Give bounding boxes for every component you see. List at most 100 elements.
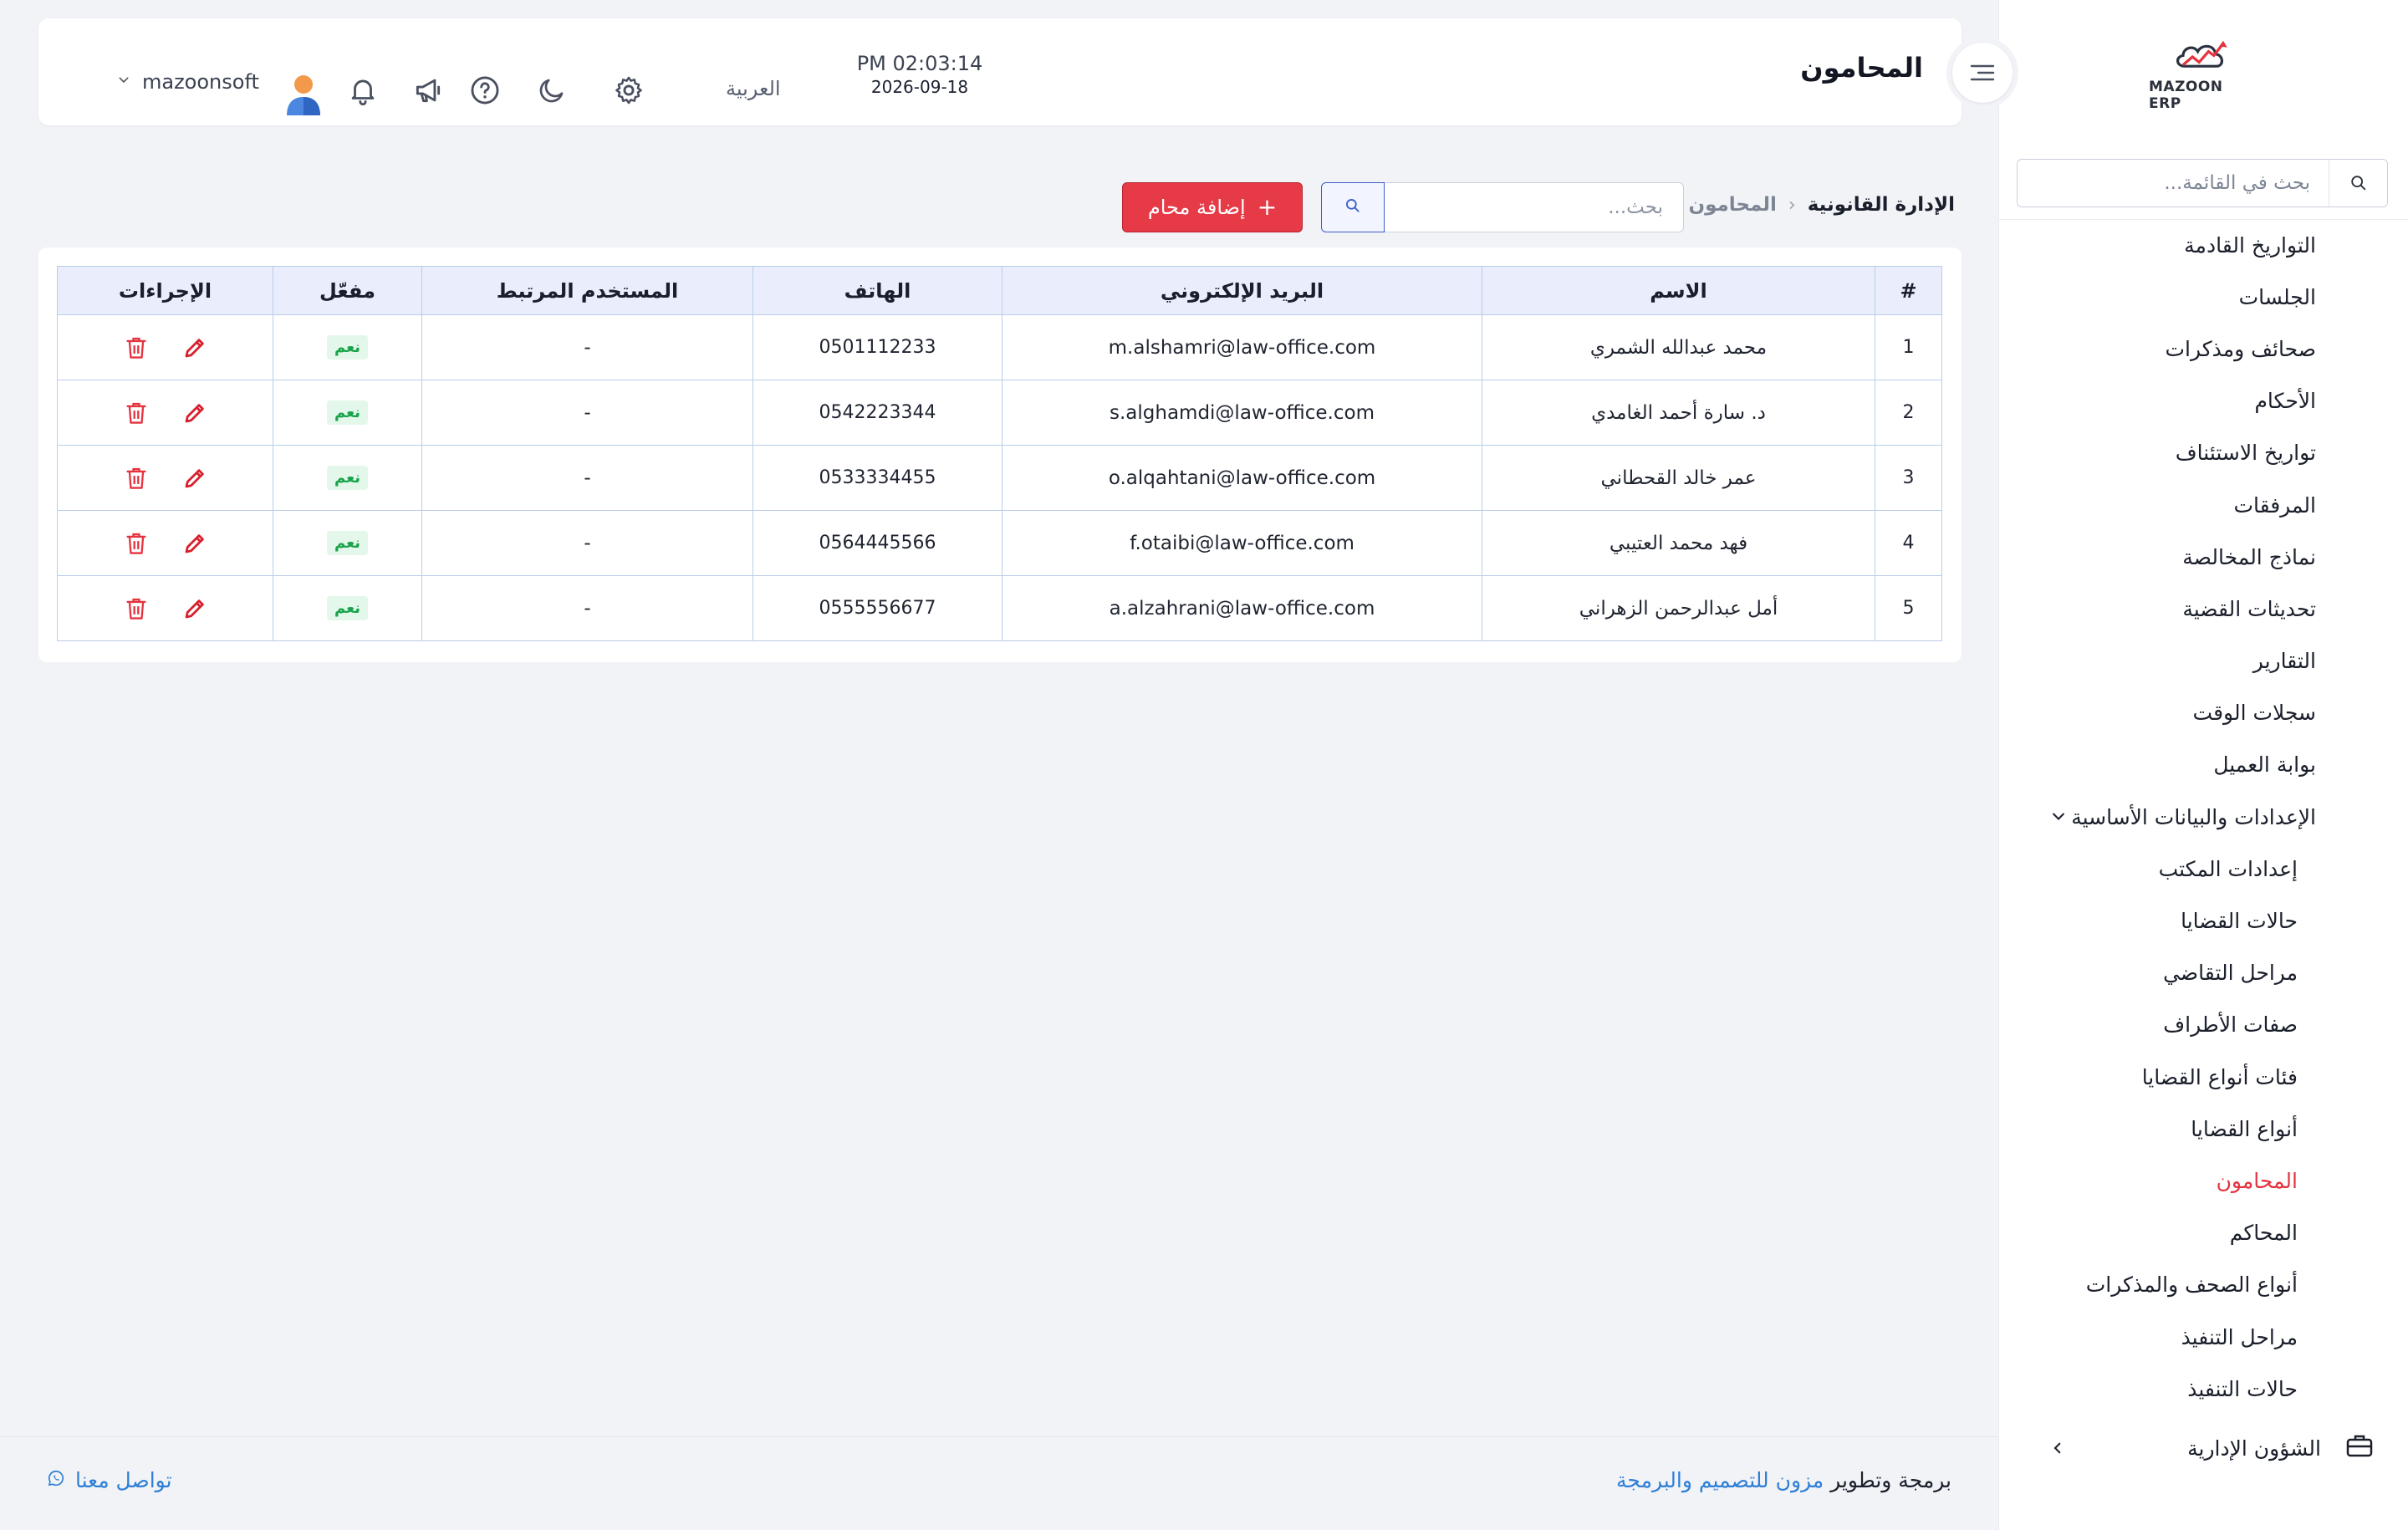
col-actions: الإجراءات — [57, 266, 273, 315]
sidebar-item-lawyers[interactable]: المحامون — [1998, 1155, 2408, 1206]
table-row[interactable]: 5 أمل عبدالرحمن الزهراني a.alzahrani@law-o… — [57, 575, 1942, 641]
status-badge: نعم — [326, 335, 369, 360]
user-menu[interactable]: mazoonsoft — [117, 70, 259, 94]
clock-time: PM 02:03:14 — [856, 52, 983, 75]
sidebar-item-time-logs[interactable]: سجلات الوقت — [1998, 687, 2408, 739]
cell-actions — [57, 380, 273, 446]
menu-icon — [1952, 43, 2013, 103]
add-lawyer-button[interactable]: + إضافة محام — [1122, 182, 1303, 232]
table-row[interactable]: 2 د. سارة أحمد الغامدي s.alghamdi@law-offi… — [57, 380, 1942, 446]
cell-linked-user: - — [421, 314, 753, 380]
sidebar-item-execution-statuses[interactable]: حالات التنفيذ — [1998, 1363, 2408, 1415]
cell-email: o.alqahtani@law-office.com — [1002, 445, 1482, 511]
search-button[interactable] — [1321, 182, 1385, 232]
footer-credit-prefix: برمجة وتطوير — [1830, 1468, 1951, 1492]
chevron-down-icon — [2050, 808, 2067, 825]
sidebar-item-party-roles[interactable]: صفات الأطراف — [1998, 999, 2408, 1051]
sidebar-item-case-types[interactable]: أنواع القضايا — [1998, 1103, 2408, 1155]
help-icon[interactable] — [468, 74, 502, 107]
search-icon — [1344, 197, 1361, 217]
breadcrumb-root[interactable]: الإدارة القانونية — [1808, 194, 1955, 216]
table-row[interactable]: 4 فهد محمد العتيبي f.otaibi@law-office.com… — [57, 510, 1942, 576]
plus-icon: + — [1257, 193, 1278, 221]
sidebar-item-execution-stages[interactable]: مراحل التنفيذ — [1998, 1311, 2408, 1363]
top-header: المحامون PM 02:03:14 2026-09-18 العربية — [38, 18, 1962, 125]
sidebar-item-memo-types[interactable]: أنواع الصحف والمذكرات — [1998, 1259, 2408, 1311]
edit-icon[interactable] — [181, 334, 209, 362]
edit-icon[interactable] — [181, 529, 209, 558]
sidebar-item-case-type-categories[interactable]: فئات أنواع القضايا — [1998, 1051, 2408, 1103]
sidebar-item-judgments[interactable]: الأحكام — [1998, 375, 2408, 427]
megaphone-icon[interactable] — [411, 74, 445, 107]
moon-icon[interactable] — [535, 74, 569, 107]
gear-icon[interactable] — [612, 74, 645, 107]
chevron-left-icon — [2050, 1440, 2065, 1456]
sidebar-group-settings[interactable]: الإعدادات والبيانات الأساسية — [1998, 791, 2408, 843]
cell-phone: 0555556677 — [752, 575, 1002, 641]
cell-phone: 0564445566 — [752, 510, 1002, 576]
sidebar-search-input[interactable] — [2018, 160, 2329, 207]
trash-icon[interactable] — [122, 464, 150, 492]
cell-enabled: نعم — [273, 445, 422, 511]
sidebar-item-appeal-dates[interactable]: تواريخ الاستئناف — [1998, 427, 2408, 479]
cell-actions — [57, 314, 273, 380]
edit-icon[interactable] — [181, 464, 209, 492]
clock: PM 02:03:14 2026-09-18 — [794, 52, 1045, 97]
cell-email: f.otaibi@law-office.com — [1002, 510, 1482, 576]
sidebar-item-case-statuses[interactable]: حالات القضايا — [1998, 895, 2408, 946]
sidebar-item-reports[interactable]: التقارير — [1998, 635, 2408, 687]
brand-logo[interactable]: MAZOON ERP — [2149, 37, 2258, 112]
sidebar-item-sessions[interactable]: الجلسات — [1998, 271, 2408, 323]
app-root: MAZOON ERP التواريخ القادمة الجلسات صحائ… — [0, 0, 2408, 1530]
cell-actions — [57, 510, 273, 576]
trash-icon[interactable] — [122, 594, 150, 623]
search-input[interactable] — [1385, 182, 1684, 232]
cell-phone: 0533334455 — [752, 445, 1002, 511]
sidebar-item-upcoming-dates[interactable]: التواريخ القادمة — [1998, 219, 2408, 271]
menu-toggle-button[interactable] — [1946, 37, 2018, 109]
sidebar-item-admin-affairs[interactable]: الشؤون الإدارية — [1998, 1421, 2408, 1475]
sidebar-item-office-settings[interactable]: إعدادات المكتب — [1998, 843, 2408, 895]
sidebar-group-label: الإعدادات والبيانات الأساسية — [2071, 804, 2316, 829]
user-avatar[interactable] — [284, 72, 323, 115]
edit-icon[interactable] — [181, 594, 209, 623]
trash-icon[interactable] — [122, 334, 150, 362]
cell-name: عمر خالد القحطاني — [1482, 445, 1875, 511]
status-badge: نعم — [326, 466, 369, 490]
language-switch[interactable]: العربية — [726, 77, 781, 100]
contact-us-link[interactable]: تواصل معنا — [47, 1468, 172, 1492]
sidebar-item-clearance-forms[interactable]: نماذج المخالصة — [1998, 531, 2408, 583]
table-row[interactable]: 3 عمر خالد القحطاني o.alqahtani@law-office… — [57, 445, 1942, 511]
col-enabled[interactable]: مفعّل — [273, 266, 422, 315]
bell-icon[interactable] — [346, 74, 380, 107]
lawyers-table: # الاسم البريد الإلكتروني الهاتف المستخد… — [57, 266, 1942, 641]
sidebar-item-case-updates[interactable]: تحديثات القضية — [1998, 583, 2408, 635]
cell-phone: 0501112233 — [752, 314, 1002, 380]
col-name[interactable]: الاسم — [1482, 266, 1875, 315]
col-linked-user[interactable]: المستخدم المرتبط — [421, 266, 753, 315]
cell-index: 2 — [1875, 380, 1942, 446]
footer-divider — [0, 1436, 1998, 1437]
edit-icon[interactable] — [181, 399, 209, 427]
cell-email: a.alzahrani@law-office.com — [1002, 575, 1482, 641]
username: mazoonsoft — [142, 70, 259, 94]
sidebar-item-courts[interactable]: المحاكم — [1998, 1207, 2408, 1259]
chevron-left-icon: ‹ — [1788, 194, 1796, 216]
footer-credit-link[interactable]: مزون للتصميم والبرمجة — [1616, 1468, 1824, 1492]
col-index[interactable]: # — [1875, 266, 1942, 315]
trash-icon[interactable] — [122, 399, 150, 427]
table-row[interactable]: 1 محمد عبدالله الشمري m.alshamri@law-offic… — [57, 314, 1942, 380]
search-icon[interactable] — [2329, 160, 2387, 207]
sidebar-item-attachments[interactable]: المرفقات — [1998, 479, 2408, 531]
cell-name: محمد عبدالله الشمري — [1482, 314, 1875, 380]
cell-actions — [57, 445, 273, 511]
sidebar-item-litigation-stages[interactable]: مراحل التقاضي — [1998, 947, 2408, 999]
col-phone[interactable]: الهاتف — [752, 266, 1002, 315]
sidebar-item-memos[interactable]: صحائف ومذكرات — [1998, 323, 2408, 375]
cell-name: د. سارة أحمد الغامدي — [1482, 380, 1875, 446]
sidebar-item-client-portal[interactable]: بوابة العميل — [1998, 739, 2408, 791]
cell-index: 3 — [1875, 445, 1942, 511]
col-email[interactable]: البريد الإلكتروني — [1002, 266, 1482, 315]
trash-icon[interactable] — [122, 529, 150, 558]
cell-email: m.alshamri@law-office.com — [1002, 314, 1482, 380]
